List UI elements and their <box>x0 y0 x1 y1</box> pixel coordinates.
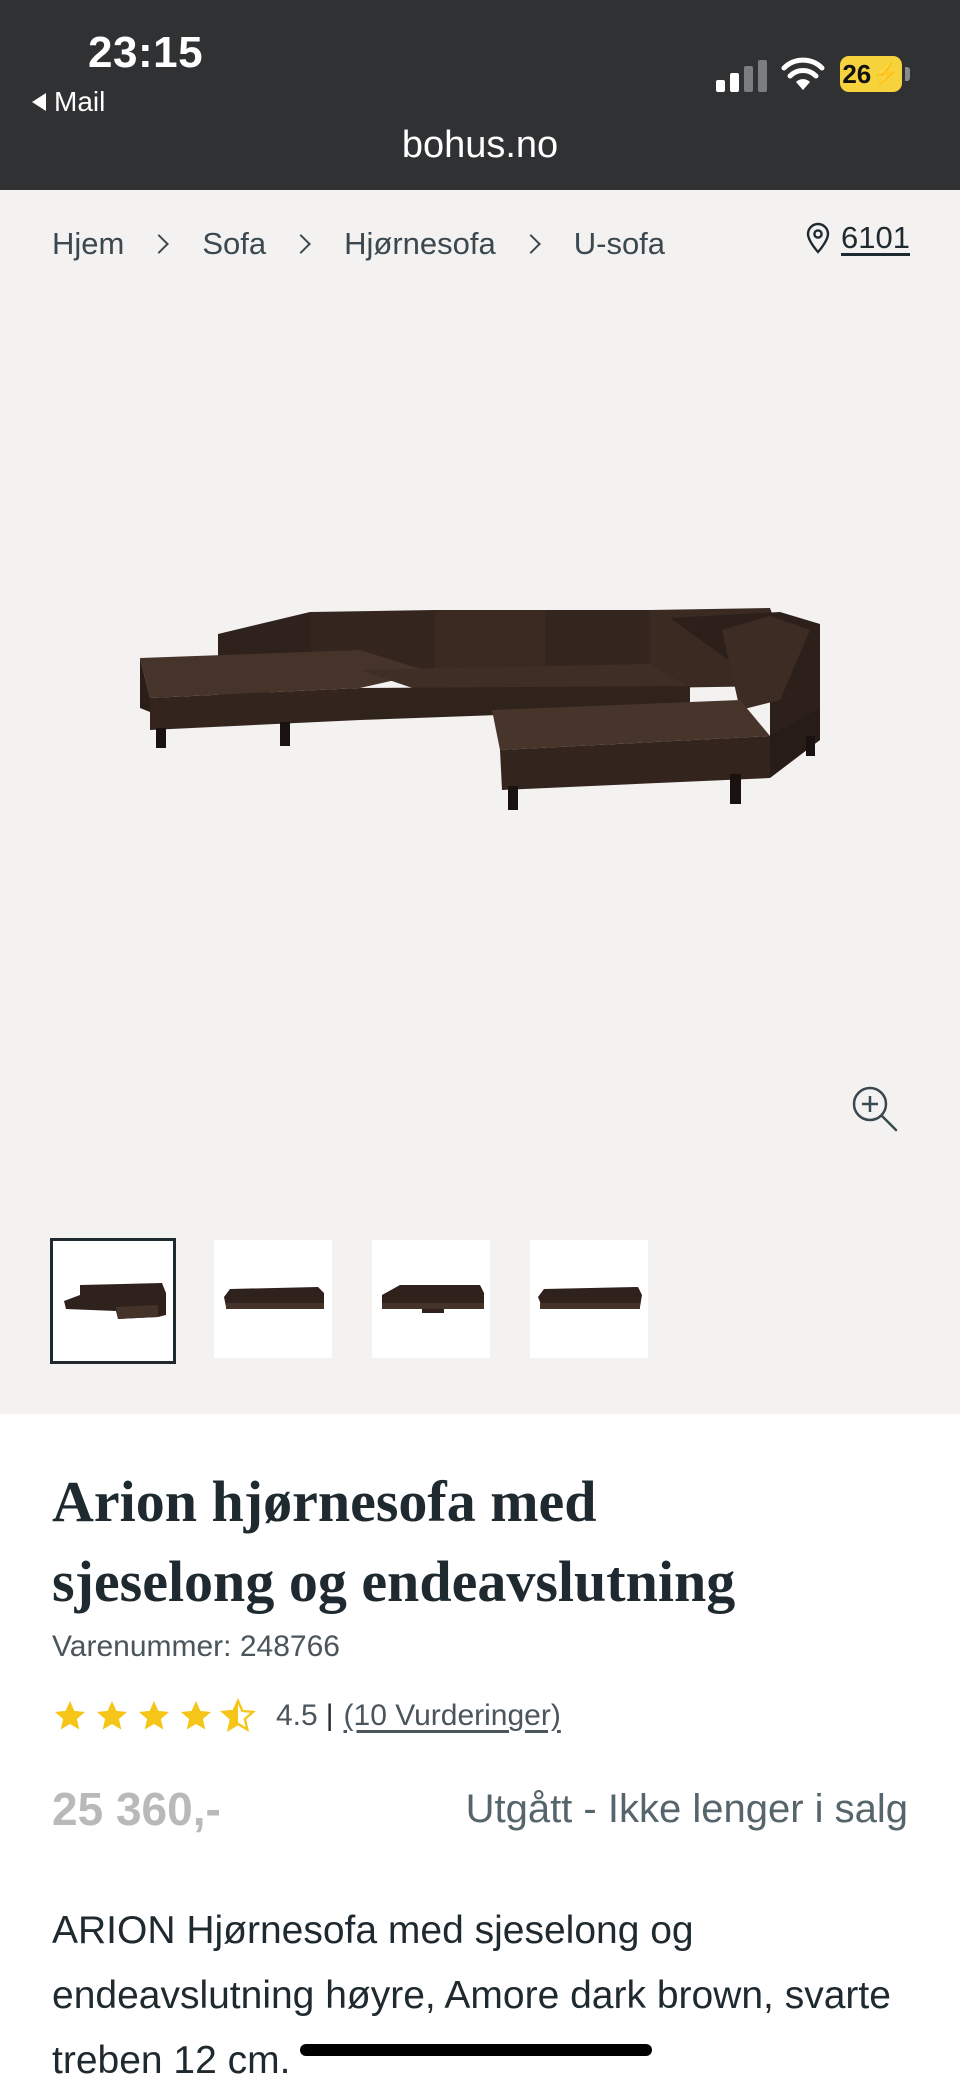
zoom-in-icon[interactable] <box>850 1084 900 1134</box>
url-bar[interactable]: bohus.no <box>0 124 960 167</box>
reviews-link[interactable]: (10 Vurderinger) <box>344 1699 561 1733</box>
product-price: 25 360,- <box>52 1783 221 1835</box>
breadcrumb-hjornesofa[interactable]: Hjørnesofa <box>344 226 496 262</box>
thumbnail-4[interactable] <box>530 1240 648 1358</box>
status-bar: 23:15 Mail 26 ⚡ bohus.no <box>0 0 960 190</box>
product-rating: 4.5 | (10 Vurderinger) <box>52 1698 561 1734</box>
clock: 23:15 <box>88 28 204 77</box>
back-label: Mail <box>54 86 106 117</box>
sofa-thumbnail-image <box>538 1287 642 1309</box>
star-full-icon <box>181 1701 211 1730</box>
battery-icon: 26 ⚡ <box>840 56 910 92</box>
sofa-thumbnail-image <box>64 1283 166 1319</box>
product-gallery: Hjem Sofa Hjørnesofa U-sofa 6101 <box>0 190 960 1414</box>
thumbnail-1[interactable] <box>50 1238 176 1364</box>
rating-stars <box>52 1698 256 1734</box>
product-title-line-1: Arion hjørnesofa med <box>52 1469 597 1534</box>
price-row: 25 360,- Utgått - Ikke lenger i salg <box>52 1782 908 1836</box>
product-title: Arion hjørnesofa med sjeselong og endeav… <box>52 1462 922 1622</box>
product-sku: Varenummer: 248766 <box>52 1630 340 1663</box>
cellular-signal-icon <box>716 60 767 92</box>
wifi-icon <box>781 57 825 90</box>
breadcrumb-u-sofa[interactable]: U-sofa <box>574 226 665 262</box>
home-indicator <box>300 2044 652 2056</box>
sofa-thumbnail-image <box>224 1287 324 1309</box>
availability-status: Utgått - Ikke lenger i salg <box>465 1786 908 1831</box>
star-full-icon <box>139 1701 169 1730</box>
sofa-thumbnail-image <box>382 1285 484 1313</box>
store-selector[interactable]: 6101 <box>805 220 910 256</box>
thumbnail-strip <box>50 1238 648 1364</box>
breadcrumb-home[interactable]: Hjem <box>52 226 124 262</box>
battery-level: 26 <box>842 58 872 89</box>
thumbnail-2[interactable] <box>214 1240 332 1358</box>
product-main-image[interactable] <box>130 590 830 920</box>
thumbnail-3[interactable] <box>372 1240 490 1358</box>
chevron-right-icon <box>520 234 541 254</box>
star-half-icon <box>220 1698 256 1732</box>
location-pin-icon <box>806 222 830 254</box>
chevron-right-icon <box>149 234 170 254</box>
breadcrumb: Hjem Sofa Hjørnesofa U-sofa <box>52 226 665 262</box>
star-full-icon <box>97 1701 127 1730</box>
charging-bolt-icon: ⚡ <box>872 61 900 86</box>
back-to-mail-button[interactable]: Mail <box>32 86 105 118</box>
product-title-line-2: sjeselong og endeavslutning <box>52 1549 736 1614</box>
star-full-icon <box>55 1701 85 1730</box>
product-info: Arion hjørnesofa med sjeselong og endeav… <box>52 1462 922 2079</box>
rating-value: 4.5 <box>276 1699 318 1732</box>
store-number: 6101 <box>841 220 910 255</box>
back-arrow-icon <box>32 93 46 111</box>
chevron-right-icon <box>291 234 312 254</box>
breadcrumb-sofa[interactable]: Sofa <box>202 226 266 262</box>
rating-separator: | <box>325 1699 334 1732</box>
